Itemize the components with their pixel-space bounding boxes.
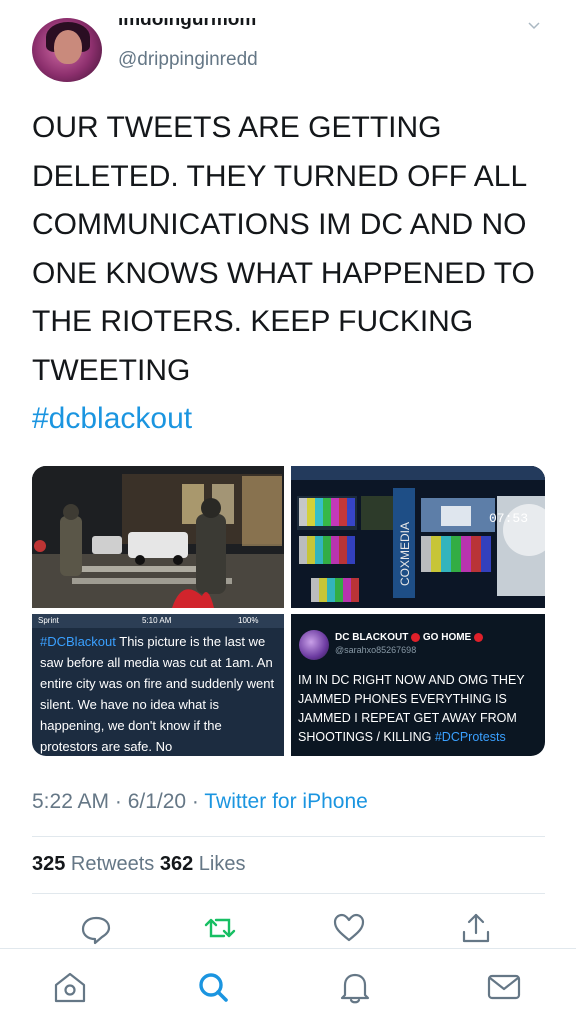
likes-count[interactable]: 362: [160, 853, 193, 875]
source-link[interactable]: Twitter for iPhone: [204, 790, 367, 813]
timestamp: 5:22 AM · 6/1/20 ·: [32, 790, 205, 813]
embedded-handle: @sarahxo85267698: [335, 645, 417, 655]
retweet-icon[interactable]: [202, 910, 238, 946]
phone-hashtag: #DCBlackout: [40, 634, 116, 649]
notifications-icon[interactable]: [335, 969, 375, 1005]
share-icon[interactable]: [458, 910, 494, 946]
red-circle-icon: [474, 632, 484, 642]
phone-tweet-text: #DCBlackout This picture is the last we …: [40, 631, 278, 756]
media-image-phone-tweet[interactable]: Sprint 5:10 AM 100% #DCBlackout This pic…: [32, 614, 284, 756]
carrier-label: Sprint: [38, 616, 59, 625]
divider: [32, 893, 545, 894]
embedded-display-name: DC BLACKOUT GO HOME: [335, 632, 484, 643]
tweet-body: OUR TWEETS ARE GETTING DELETED. THEY TUR…: [32, 111, 535, 387]
divider: [32, 836, 545, 837]
phone-body: This picture is the last we saw before a…: [40, 634, 275, 754]
hashtag-link[interactable]: #dcblackout: [32, 402, 192, 435]
likes-label[interactable]: Likes: [193, 853, 246, 875]
tweet-stats: 325 Retweets 362 Likes: [32, 853, 245, 876]
media-image-street[interactable]: [32, 466, 284, 608]
avatar[interactable]: [32, 18, 102, 82]
battery-label: 100%: [238, 616, 259, 625]
media-grid: COXMEDIA 07:53 Sprint 5:10 AM 100% #DCBl…: [32, 466, 545, 756]
media-image-monitors[interactable]: COXMEDIA 07:53: [291, 466, 545, 608]
search-icon[interactable]: [193, 969, 233, 1005]
red-circle-icon: [411, 632, 421, 642]
tweet-meta: 5:22 AM · 6/1/20 · Twitter for iPhone: [32, 790, 368, 814]
avatar: [299, 630, 329, 660]
user-handle[interactable]: @drippinginredd: [118, 49, 258, 71]
retweets-count[interactable]: 325: [32, 853, 65, 875]
embedded-tweet-text: IM IN DC RIGHT NOW AND OMG THEY JAMMED P…: [298, 673, 525, 744]
embedded-hashtag: #DCProtests: [434, 730, 506, 744]
like-icon[interactable]: [331, 910, 367, 946]
phone-status-bar: Sprint 5:10 AM 100%: [32, 614, 284, 628]
monitor-clock: 07:53: [489, 511, 528, 526]
status-time: 5:10 AM: [142, 616, 172, 625]
media-image-dark-tweet[interactable]: DC BLACKOUT GO HOME @sarahxo85267698 IM …: [291, 614, 545, 756]
display-name[interactable]: imdoingurmom: [118, 18, 256, 34]
tweet-text: OUR TWEETS ARE GETTING DELETED. THEY TUR…: [32, 104, 552, 444]
reply-icon[interactable]: [78, 910, 114, 946]
home-icon[interactable]: [50, 969, 90, 1005]
bottom-tab-bar: [0, 948, 576, 1025]
chevron-down-icon[interactable]: [528, 22, 540, 30]
monitor-brand: COXMEDIA: [398, 522, 412, 586]
messages-icon[interactable]: [484, 969, 524, 1005]
retweets-label[interactable]: Retweets: [65, 853, 159, 875]
